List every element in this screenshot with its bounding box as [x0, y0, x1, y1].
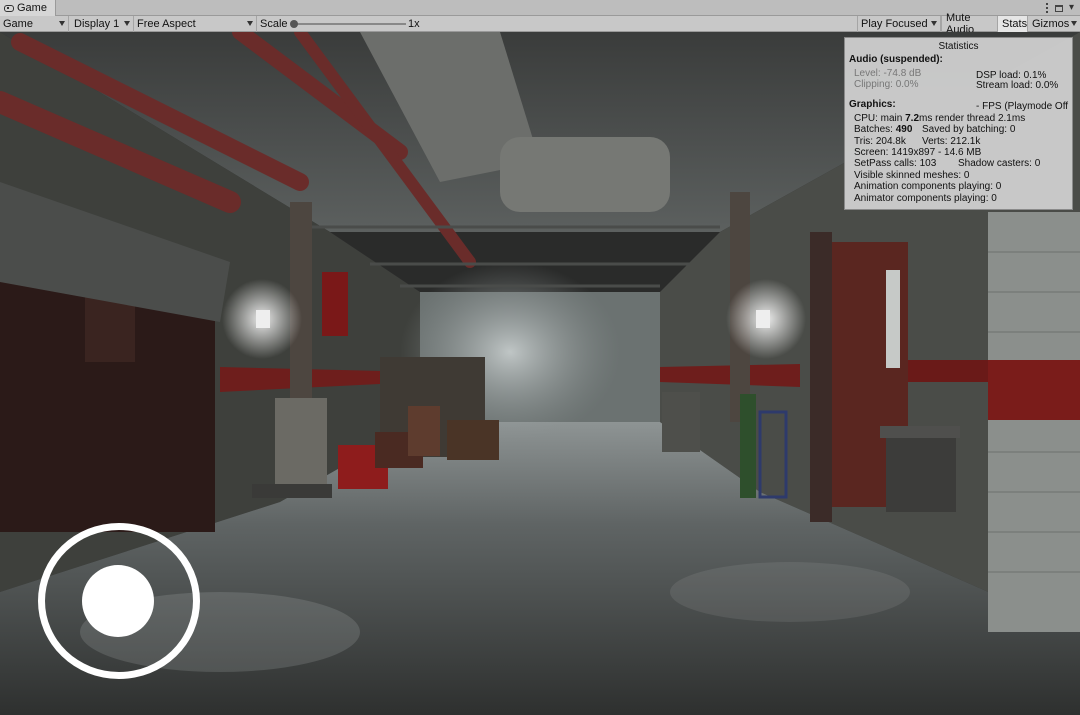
game-controller-icon [4, 4, 14, 12]
game-toolbar: Game Display 1 Free Aspect Scale 1x Play… [0, 12, 1080, 36]
display-dropdown[interactable]: Display 1 [71, 16, 134, 32]
chevron-down-icon [124, 21, 130, 26]
chevron-down-icon [1071, 21, 1077, 26]
cpu-main: 7.2 [905, 113, 920, 124]
scale-label: Scale [260, 18, 288, 30]
stats-label: Stats [1002, 18, 1028, 30]
window-tab-bar: Game ▾ [0, 0, 1080, 16]
scale-control: Scale 1x [257, 16, 437, 32]
screen-info: Screen: 1419x897 - 14.6 MB [854, 147, 982, 158]
close-icon[interactable]: ▾ [1069, 3, 1074, 13]
view-mode-label: Game [3, 18, 33, 30]
verts: Verts: 212.1k [922, 136, 981, 147]
gizmos-dropdown[interactable]: Gizmos [1027, 16, 1080, 32]
animator-components: Animator components playing: 0 [854, 193, 997, 204]
animation-components: Animation components playing: 0 [854, 181, 1002, 192]
chevron-down-icon [247, 21, 253, 26]
gizmos-label: Gizmos [1032, 18, 1070, 30]
stats-title: Statistics [938, 41, 979, 52]
view-mode-dropdown[interactable]: Game [0, 16, 69, 32]
tris: Tris: 204.8k [854, 136, 906, 147]
graphics-heading: Graphics: [849, 99, 896, 110]
mute-audio-button[interactable]: Mute Audio [941, 12, 997, 36]
audio-level: Level: -74.8 dB [854, 68, 922, 79]
game-tab[interactable]: Game [0, 0, 56, 16]
display-label: Display 1 [74, 18, 120, 30]
setpass-calls: SetPass calls: 103 [854, 158, 937, 169]
cpu-line: CPU: main 7.2ms render thread 2.1ms [854, 113, 1025, 124]
chevron-down-icon [931, 21, 937, 26]
saved-batching: Saved by batching: 0 [922, 124, 1016, 135]
play-mode-dropdown[interactable]: Play Focused [857, 16, 941, 32]
audio-heading: Audio (suspended): [849, 54, 943, 65]
cpu-suffix: ms render thread 2.1ms [919, 113, 1026, 124]
aspect-dropdown[interactable]: Free Aspect [134, 16, 257, 32]
chevron-down-icon [59, 21, 65, 26]
scale-value: 1x [408, 18, 420, 30]
maximize-icon[interactable] [1054, 4, 1063, 12]
joystick-knob[interactable] [82, 565, 154, 637]
cpu-prefix: CPU: main [854, 113, 906, 124]
game-tab-label: Game [17, 2, 47, 14]
shadow-casters: Shadow casters: 0 [958, 158, 1041, 169]
stream-load: Stream load: 0.0% [976, 80, 1059, 91]
skinned-meshes: Visible skinned meshes: 0 [854, 170, 970, 181]
batches-line: Batches: 490 [854, 124, 912, 135]
statistics-panel: Statistics Audio (suspended): Level: -74… [844, 37, 1073, 210]
batches-value: 490 [895, 124, 913, 135]
aspect-label: Free Aspect [137, 18, 196, 30]
more-options-icon[interactable] [1045, 3, 1049, 13]
audio-clipping: Clipping: 0.0% [854, 79, 919, 90]
scale-slider-track[interactable] [294, 23, 406, 25]
play-mode-label: Play Focused [861, 18, 928, 30]
stats-button[interactable]: Stats [997, 16, 1027, 32]
scale-slider-thumb[interactable] [290, 20, 298, 28]
fps-value: - FPS (Playmode Off [976, 101, 1069, 112]
window-controls: ▾ [1045, 0, 1074, 16]
batches-prefix: Batches: [854, 124, 896, 135]
